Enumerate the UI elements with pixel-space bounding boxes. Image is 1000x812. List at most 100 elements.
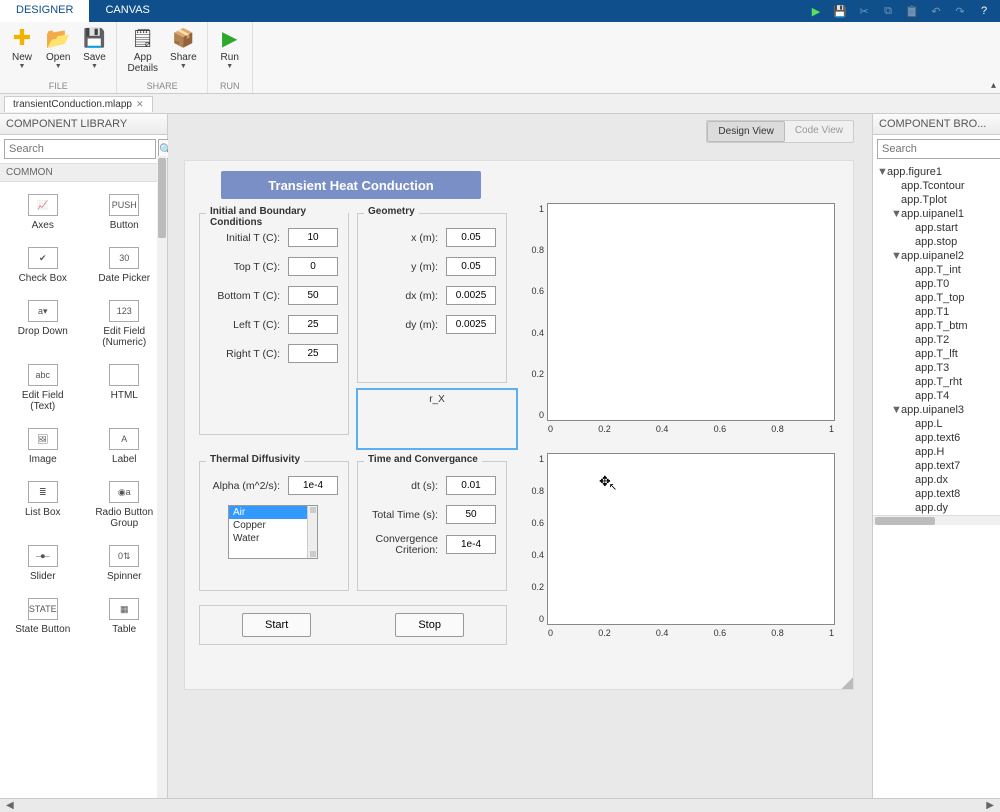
- list-item[interactable]: Air: [229, 506, 317, 519]
- code-view-button[interactable]: Code View: [785, 121, 853, 142]
- panel-geometry[interactable]: Geometry x (m): y (m): dx (m): dy (m):: [357, 213, 507, 383]
- input-dx[interactable]: [446, 286, 496, 305]
- input-right-t[interactable]: [288, 344, 338, 363]
- component-html[interactable]: HTML: [84, 358, 166, 418]
- tree-node[interactable]: app.start: [873, 221, 1000, 235]
- stop-button[interactable]: Stop: [395, 613, 464, 637]
- start-button[interactable]: Start: [242, 613, 311, 637]
- tree-node[interactable]: ▼app.figure1: [873, 165, 1000, 179]
- panel-time[interactable]: Time and Convergance dt (s): Total Time …: [357, 461, 507, 591]
- input-top-t[interactable]: [288, 257, 338, 276]
- component-spinner[interactable]: 0⇅Spinner: [84, 539, 166, 588]
- component-button[interactable]: PUSHButton: [84, 188, 166, 237]
- help-icon[interactable]: ?: [976, 3, 992, 19]
- undo-icon[interactable]: ↶: [928, 3, 944, 19]
- close-icon[interactable]: ✕: [136, 99, 144, 110]
- expander-icon[interactable]: ▼: [891, 404, 901, 416]
- list-item[interactable]: Copper: [229, 519, 317, 532]
- component-edit-field-numeric-[interactable]: 123Edit Field (Numeric): [84, 294, 166, 354]
- tree-node[interactable]: app.T4: [873, 389, 1000, 403]
- copy-icon[interactable]: ⧉: [880, 3, 896, 19]
- material-listbox[interactable]: Air Copper Water: [228, 505, 318, 559]
- tree-node[interactable]: app.T3: [873, 361, 1000, 375]
- expander-icon[interactable]: ▼: [891, 208, 901, 220]
- component-axes[interactable]: 📈Axes: [2, 188, 84, 237]
- input-total-time[interactable]: [446, 505, 496, 524]
- tree-node[interactable]: app.T_rht: [873, 375, 1000, 389]
- tree-node[interactable]: app.L: [873, 417, 1000, 431]
- paste-icon[interactable]: 📋: [904, 3, 920, 19]
- panel-thermal[interactable]: Thermal Diffusivity Alpha (m^2/s): Air C…: [199, 461, 349, 591]
- component-edit-field-text-[interactable]: abcEdit Field (Text): [2, 358, 84, 418]
- input-dy[interactable]: [446, 315, 496, 334]
- component-check-box[interactable]: ✔Check Box: [2, 241, 84, 290]
- tree-node[interactable]: app.stop: [873, 235, 1000, 249]
- component-table[interactable]: ▦Table: [84, 592, 166, 641]
- scroll-right-icon[interactable]: ▶: [982, 800, 998, 811]
- component-list-box[interactable]: ≣List Box: [2, 475, 84, 535]
- tree-node[interactable]: app.T_top: [873, 291, 1000, 305]
- expander-icon[interactable]: ▼: [891, 250, 901, 262]
- tree-node[interactable]: app.T_int: [873, 263, 1000, 277]
- collapse-ribbon-icon[interactable]: ▴: [991, 80, 996, 91]
- tree-node[interactable]: app.H: [873, 445, 1000, 459]
- input-conv[interactable]: [446, 535, 496, 554]
- tree-node[interactable]: ▼app.uipanel3: [873, 403, 1000, 417]
- axes-tplot[interactable]: 10.80.60.40.20 00.20.40.60.81: [547, 453, 835, 625]
- tree-node[interactable]: app.text6: [873, 431, 1000, 445]
- resize-handle[interactable]: [841, 677, 853, 689]
- tree-node[interactable]: ▼app.uipanel1: [873, 207, 1000, 221]
- search-input[interactable]: [877, 139, 1000, 159]
- panel-initial-boundary[interactable]: Initial and Boundary Conditions Initial …: [199, 213, 349, 435]
- app-details-button[interactable]: 🗒 App Details: [121, 24, 164, 76]
- save-icon[interactable]: 💾: [832, 3, 848, 19]
- component-radio-button-group[interactable]: ◉aRadio Button Group: [84, 475, 166, 535]
- input-x[interactable]: [446, 228, 496, 247]
- tree-node[interactable]: app.Tcontour: [873, 179, 1000, 193]
- design-view-button[interactable]: Design View: [707, 121, 784, 142]
- tree-node[interactable]: app.text8: [873, 487, 1000, 501]
- tree-node[interactable]: app.T_lft: [873, 347, 1000, 361]
- tree-node[interactable]: app.text7: [873, 459, 1000, 473]
- component-label[interactable]: ALabel: [84, 422, 166, 471]
- save-button[interactable]: 💾 Save▼: [76, 24, 112, 72]
- scroll-left-icon[interactable]: ◀: [2, 800, 18, 811]
- share-button[interactable]: 📦 Share▼: [164, 24, 203, 76]
- component-drop-down[interactable]: a▾Drop Down: [2, 294, 84, 354]
- input-initial-t[interactable]: [288, 228, 338, 247]
- open-button[interactable]: 📂 Open▼: [40, 24, 76, 72]
- component-image[interactable]: 🖼Image: [2, 422, 84, 471]
- new-button[interactable]: ✚ New▼: [4, 24, 40, 72]
- file-tab[interactable]: transientConduction.mlapp ✕: [4, 96, 153, 112]
- list-item[interactable]: Water: [229, 532, 317, 545]
- tree-node[interactable]: app.T_btm: [873, 319, 1000, 333]
- tree-node[interactable]: app.T1: [873, 305, 1000, 319]
- run-button[interactable]: ▶ Run▼: [212, 24, 248, 72]
- component-date-picker[interactable]: 30Date Picker: [84, 241, 166, 290]
- title-banner[interactable]: Transient Heat Conduction: [221, 171, 481, 199]
- input-dt[interactable]: [446, 476, 496, 495]
- scrollbar[interactable]: [157, 156, 167, 798]
- ui-figure[interactable]: Transient Heat Conduction Initial and Bo…: [184, 160, 854, 690]
- expander-icon[interactable]: ▼: [877, 166, 887, 178]
- tree-node[interactable]: app.Tplot: [873, 193, 1000, 207]
- redo-icon[interactable]: ↷: [952, 3, 968, 19]
- tab-canvas[interactable]: CANVAS: [89, 0, 165, 22]
- scrollbar[interactable]: [307, 506, 317, 558]
- input-y[interactable]: [446, 257, 496, 276]
- axes-tcontour[interactable]: 10.80.60.40.20 00.20.40.60.81: [547, 203, 835, 421]
- input-alpha[interactable]: [288, 476, 338, 495]
- component-slider[interactable]: ⎯⏺⎯Slider: [2, 539, 84, 588]
- cut-icon[interactable]: ✂: [856, 3, 872, 19]
- tree-node[interactable]: ▼app.uipanel2: [873, 249, 1000, 263]
- run-icon[interactable]: ▶: [808, 3, 824, 19]
- tree-node[interactable]: app.dx: [873, 473, 1000, 487]
- selected-component[interactable]: r_X: [357, 389, 517, 449]
- tree-node[interactable]: app.T2: [873, 333, 1000, 347]
- search-input[interactable]: [4, 139, 156, 159]
- input-bottom-t[interactable]: [288, 286, 338, 305]
- tree-node[interactable]: app.T0: [873, 277, 1000, 291]
- tab-designer[interactable]: DESIGNER: [0, 0, 89, 22]
- scrollbar[interactable]: [873, 515, 1000, 525]
- component-state-button[interactable]: STATEState Button: [2, 592, 84, 641]
